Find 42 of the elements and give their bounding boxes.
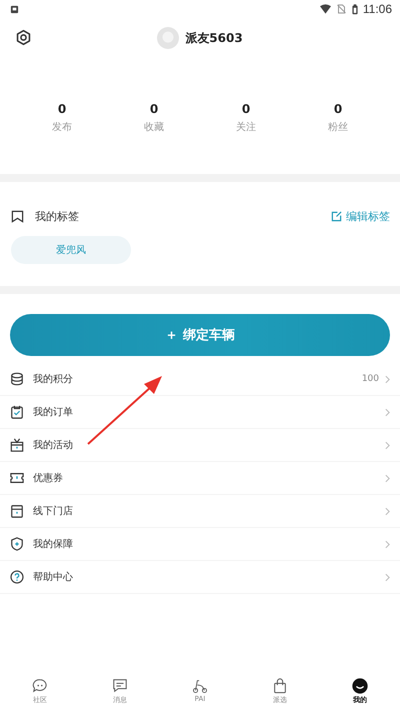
menu-item[interactable]: 我的积分 — [33, 372, 73, 386]
section-title: 我的标签 — [35, 208, 79, 224]
stat-count[interactable]: 0 — [150, 102, 158, 116]
chevron-right-icon[interactable] — [385, 572, 390, 582]
bookmark-icon — [11, 210, 24, 222]
bag-icon — [272, 678, 288, 694]
chevron-right-icon[interactable] — [385, 474, 390, 482]
chevron-right-icon[interactable] — [385, 506, 390, 516]
chevron-right-icon[interactable] — [385, 408, 390, 416]
chevron-right-icon[interactable] — [385, 540, 390, 548]
chevron-right-icon[interactable] — [385, 440, 390, 450]
gift-icon — [10, 438, 24, 452]
menu-item[interactable]: 优惠券 — [33, 471, 63, 485]
stat-count[interactable]: 0 — [242, 102, 250, 116]
username: 派友5603 — [185, 30, 243, 46]
status-time: 11:06 — [362, 2, 392, 16]
points-value: 100 — [362, 374, 379, 384]
avatar-icon[interactable] — [157, 27, 180, 49]
settings-icon[interactable] — [15, 29, 32, 46]
menu-item[interactable]: 我的保障 — [33, 537, 73, 551]
menu-item[interactable]: 我的订单 — [33, 405, 73, 419]
ticket-icon — [10, 471, 24, 485]
message-icon — [112, 678, 128, 694]
battery-icon — [352, 4, 358, 14]
stat-count[interactable]: 0 — [58, 102, 66, 116]
chat-bubble-icon — [32, 678, 48, 694]
help-icon — [10, 570, 24, 584]
menu-item[interactable]: 线下门店 — [33, 504, 73, 518]
notification-icon — [10, 4, 19, 14]
stat-count[interactable]: 0 — [334, 102, 342, 116]
edit-icon[interactable] — [331, 210, 342, 222]
no-sim-icon — [336, 4, 347, 14]
menu-item[interactable]: 我的活动 — [33, 438, 73, 452]
store-icon — [10, 504, 24, 518]
chevron-right-icon[interactable] — [385, 374, 390, 384]
wifi-icon — [320, 4, 331, 14]
clipboard-icon — [10, 405, 24, 419]
smiley-icon — [352, 678, 368, 694]
scooter-icon — [192, 678, 208, 694]
shield-icon — [10, 537, 24, 551]
coins-icon — [10, 372, 24, 386]
menu-item[interactable]: 帮助中心 — [33, 570, 73, 584]
